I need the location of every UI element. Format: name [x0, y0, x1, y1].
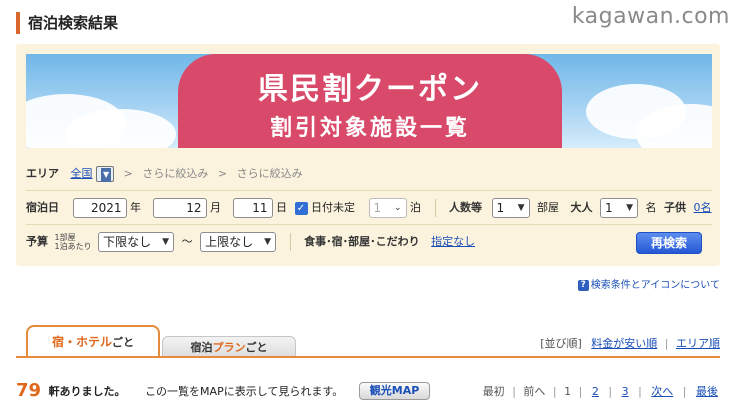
tab-hotel[interactable]: 宿・ホテルごと — [26, 325, 160, 358]
area-selected-link[interactable]: 全国 — [71, 167, 93, 180]
day-unit: 日 — [276, 201, 287, 214]
month-unit: 月 — [210, 201, 221, 214]
guests-label: 人数等 — [449, 201, 482, 214]
research-button[interactable]: 再検索 — [636, 232, 702, 254]
separator: | — [578, 385, 583, 398]
page-title: 宿泊検索結果 — [16, 12, 118, 34]
pager-last[interactable]: 最後 — [696, 385, 718, 398]
nights-select[interactable]: 1 ⌄ — [368, 198, 407, 218]
budget-min-select[interactable]: 下限なし ▼ — [98, 232, 175, 252]
per-room-line1: 1部屋 — [54, 233, 76, 242]
tab-plan-prefix: 宿泊 — [190, 341, 213, 354]
separator: | — [664, 337, 669, 350]
tab-plan-suffix: ごと — [245, 341, 268, 354]
cloud-decoration — [66, 109, 176, 148]
children-label: 子供 — [664, 201, 686, 214]
sort-controls: [並び順] 料金が安い順 | エリア順 — [540, 335, 720, 351]
pager-page-3[interactable]: 3 — [622, 385, 629, 398]
conditions-link[interactable]: 指定なし — [431, 235, 475, 248]
area-row: エリア 全国 ▼ > さらに絞込み > さらに絞込み — [26, 164, 712, 184]
divider — [26, 224, 712, 225]
chevron-down-icon: ▼ — [101, 168, 112, 182]
sort-area-link[interactable]: エリア順 — [676, 337, 720, 350]
banner-title-block: 県民割クーポン 割引対象施設一覧 — [178, 54, 562, 148]
chevron-down-icon: ▼ — [162, 237, 170, 247]
budget-min-value: 下限なし — [103, 235, 152, 249]
tab-plan[interactable]: 宿泊プランごと — [162, 336, 296, 358]
range-tilde: 〜 — [181, 235, 193, 248]
separator: | — [608, 385, 613, 398]
separator: | — [638, 385, 642, 398]
month-select[interactable]: 12 — [152, 198, 207, 218]
divider — [26, 190, 712, 191]
pager-page-2[interactable]: 2 — [592, 385, 599, 398]
rooms-value: 1 — [496, 201, 505, 215]
conditions-label: 食事･宿･部屋･こだわり — [304, 235, 420, 248]
chevron-right-icon: > — [123, 167, 133, 180]
search-panel: 県民割クーポン 割引対象施設一覧 エリア 全国 ▼ > さらに絞込み > さらに… — [16, 44, 720, 266]
chevron-down-icon: ▼ — [626, 203, 633, 213]
chevron-right-icon: > — [217, 167, 228, 180]
tab-hotel-suffix: ごと — [112, 336, 134, 349]
coupon-banner[interactable]: 県民割クーポン 割引対象施設一覧 — [26, 54, 712, 148]
nights-unit: 泊 — [410, 201, 421, 214]
map-hint-text: この一覧をMAPに表示して見られます。 — [145, 384, 344, 398]
chevron-down-icon: ▼ — [517, 203, 525, 213]
year-select[interactable]: 2021 — [72, 198, 127, 218]
budget-max-value: 上限なし — [205, 235, 254, 249]
budget-label: 予算 — [26, 235, 48, 248]
adults-select[interactable]: 1 ▼ — [600, 198, 638, 218]
pager-next[interactable]: 次へ — [651, 385, 673, 398]
site-watermark: kagawan.com — [571, 4, 730, 29]
day-select[interactable]: 11 — [232, 198, 273, 218]
date-label: 宿泊日 — [26, 201, 59, 214]
rooms-unit: 部屋 — [537, 201, 559, 214]
area-refine-1: さらに絞込み — [142, 167, 209, 180]
per-room-line2: 1泊あたり — [54, 242, 92, 251]
pager-current: 1 — [564, 385, 572, 398]
tabs-underline — [16, 356, 720, 358]
sightseeing-map-button[interactable]: 観光MAP — [358, 381, 431, 400]
chevron-down-icon: ⌄ — [393, 203, 402, 213]
area-label: エリア — [26, 167, 59, 180]
results-summary: 79 軒ありました。 この一覧をMAPに表示して見られます。 観光MAP 最初 … — [16, 380, 720, 402]
budget-row: 予算 1部屋 1泊あたり 下限なし ▼ 〜 上限なし ▼ 食事･宿･部屋･こだわり 指… — [26, 232, 712, 256]
budget-per-room-note: 1部屋 1泊あたり — [55, 233, 92, 251]
banner-title: 県民割クーポン — [258, 72, 482, 107]
separator: | — [682, 385, 687, 398]
separator: | — [552, 385, 557, 398]
tab-hotel-label: 宿・ホテル — [51, 335, 112, 349]
date-undecided-label: 日付未定 — [311, 201, 355, 214]
help-label: 検索条件とアイコンについて — [590, 280, 720, 291]
result-count-suffix: 軒ありました。 — [48, 384, 126, 398]
area-select[interactable]: ▼ — [96, 166, 115, 182]
children-link[interactable]: 0名 — [694, 201, 712, 214]
rooms-select[interactable]: 1 ▼ — [491, 198, 530, 218]
help-icon: ? — [577, 279, 589, 291]
help-link[interactable]: ? 検索条件とアイコンについて — [577, 276, 720, 291]
year-unit: 年 — [130, 201, 141, 214]
adults-label: 大人 — [570, 201, 593, 214]
nights-value: 1 — [373, 201, 382, 215]
tab-plan-accent: プラン — [212, 341, 246, 354]
sort-price-link[interactable]: 料金が安い順 — [591, 337, 657, 350]
pager-first: 最初 — [482, 385, 505, 398]
adults-value: 1 — [605, 201, 613, 215]
separator: | — [512, 385, 516, 398]
pagination: 最初 | 前へ | 1 | 2 | 3 | 次へ | 最後 — [483, 383, 720, 399]
date-row: 宿泊日 2021 年 12 月 11 日 ✓ 日付未定 1 ⌄ 泊 人数等 1 ▼ … — [26, 198, 712, 218]
vertical-divider — [434, 199, 436, 217]
pager-prev: 前へ — [523, 385, 546, 398]
area-refine-2: さらに絞込み — [236, 167, 303, 180]
budget-max-select[interactable]: 上限なし ▼ — [200, 232, 277, 252]
banner-subtitle: 割引対象施設一覧 — [269, 116, 470, 141]
vertical-divider — [289, 233, 291, 251]
result-count: 79 — [16, 380, 42, 401]
chevron-down-icon: ▼ — [264, 237, 272, 247]
date-undecided-checkbox[interactable]: ✓ — [294, 201, 308, 215]
sort-label: [並び順] — [540, 337, 582, 350]
adults-unit: 名 — [645, 201, 657, 214]
